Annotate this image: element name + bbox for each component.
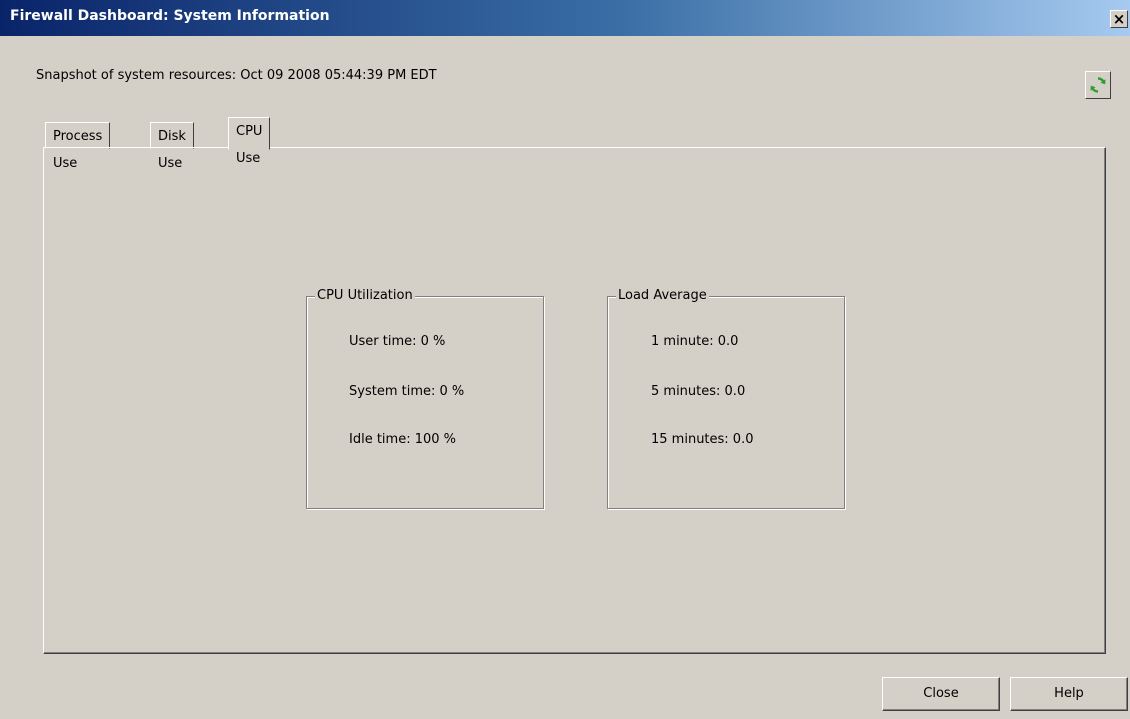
load-average-group: Load Average 1 minute: 0.0 5 minutes: 0.… xyxy=(607,288,845,509)
load-average-title: Load Average xyxy=(616,288,709,303)
load-15-minutes-value: 15 minutes: 0.0 xyxy=(651,432,754,447)
refresh-icon xyxy=(1090,77,1106,93)
close-button[interactable]: Close xyxy=(882,677,1000,711)
snapshot-label: Snapshot of system resources: Oct 09 200… xyxy=(36,68,437,83)
load-1-minute-value: 1 minute: 0.0 xyxy=(651,334,739,349)
idle-time-value: Idle time: 100 % xyxy=(349,432,457,447)
window-close-button[interactable]: × xyxy=(1110,10,1128,28)
cpu-use-panel: CPU Utilization User time: 0 % System ti… xyxy=(43,147,1106,654)
title-bar: Firewall Dashboard: System Information × xyxy=(0,0,1130,36)
cpu-utilization-title: CPU Utilization xyxy=(315,288,415,303)
cpu-utilization-group: CPU Utilization User time: 0 % System ti… xyxy=(306,288,544,509)
user-time-value: User time: 0 % xyxy=(349,334,446,349)
tab-disk-use[interactable]: Disk Use xyxy=(150,122,194,171)
tab-process-use[interactable]: Process Use xyxy=(45,122,111,171)
tab-cpu-use[interactable]: CPU Use xyxy=(228,117,271,166)
load-5-minutes-value: 5 minutes: 0.0 xyxy=(651,384,746,399)
window-title: Firewall Dashboard: System Information xyxy=(10,8,330,24)
refresh-button[interactable] xyxy=(1085,71,1111,99)
system-time-value: System time: 0 % xyxy=(349,384,465,399)
help-button[interactable]: Help xyxy=(1010,677,1128,711)
